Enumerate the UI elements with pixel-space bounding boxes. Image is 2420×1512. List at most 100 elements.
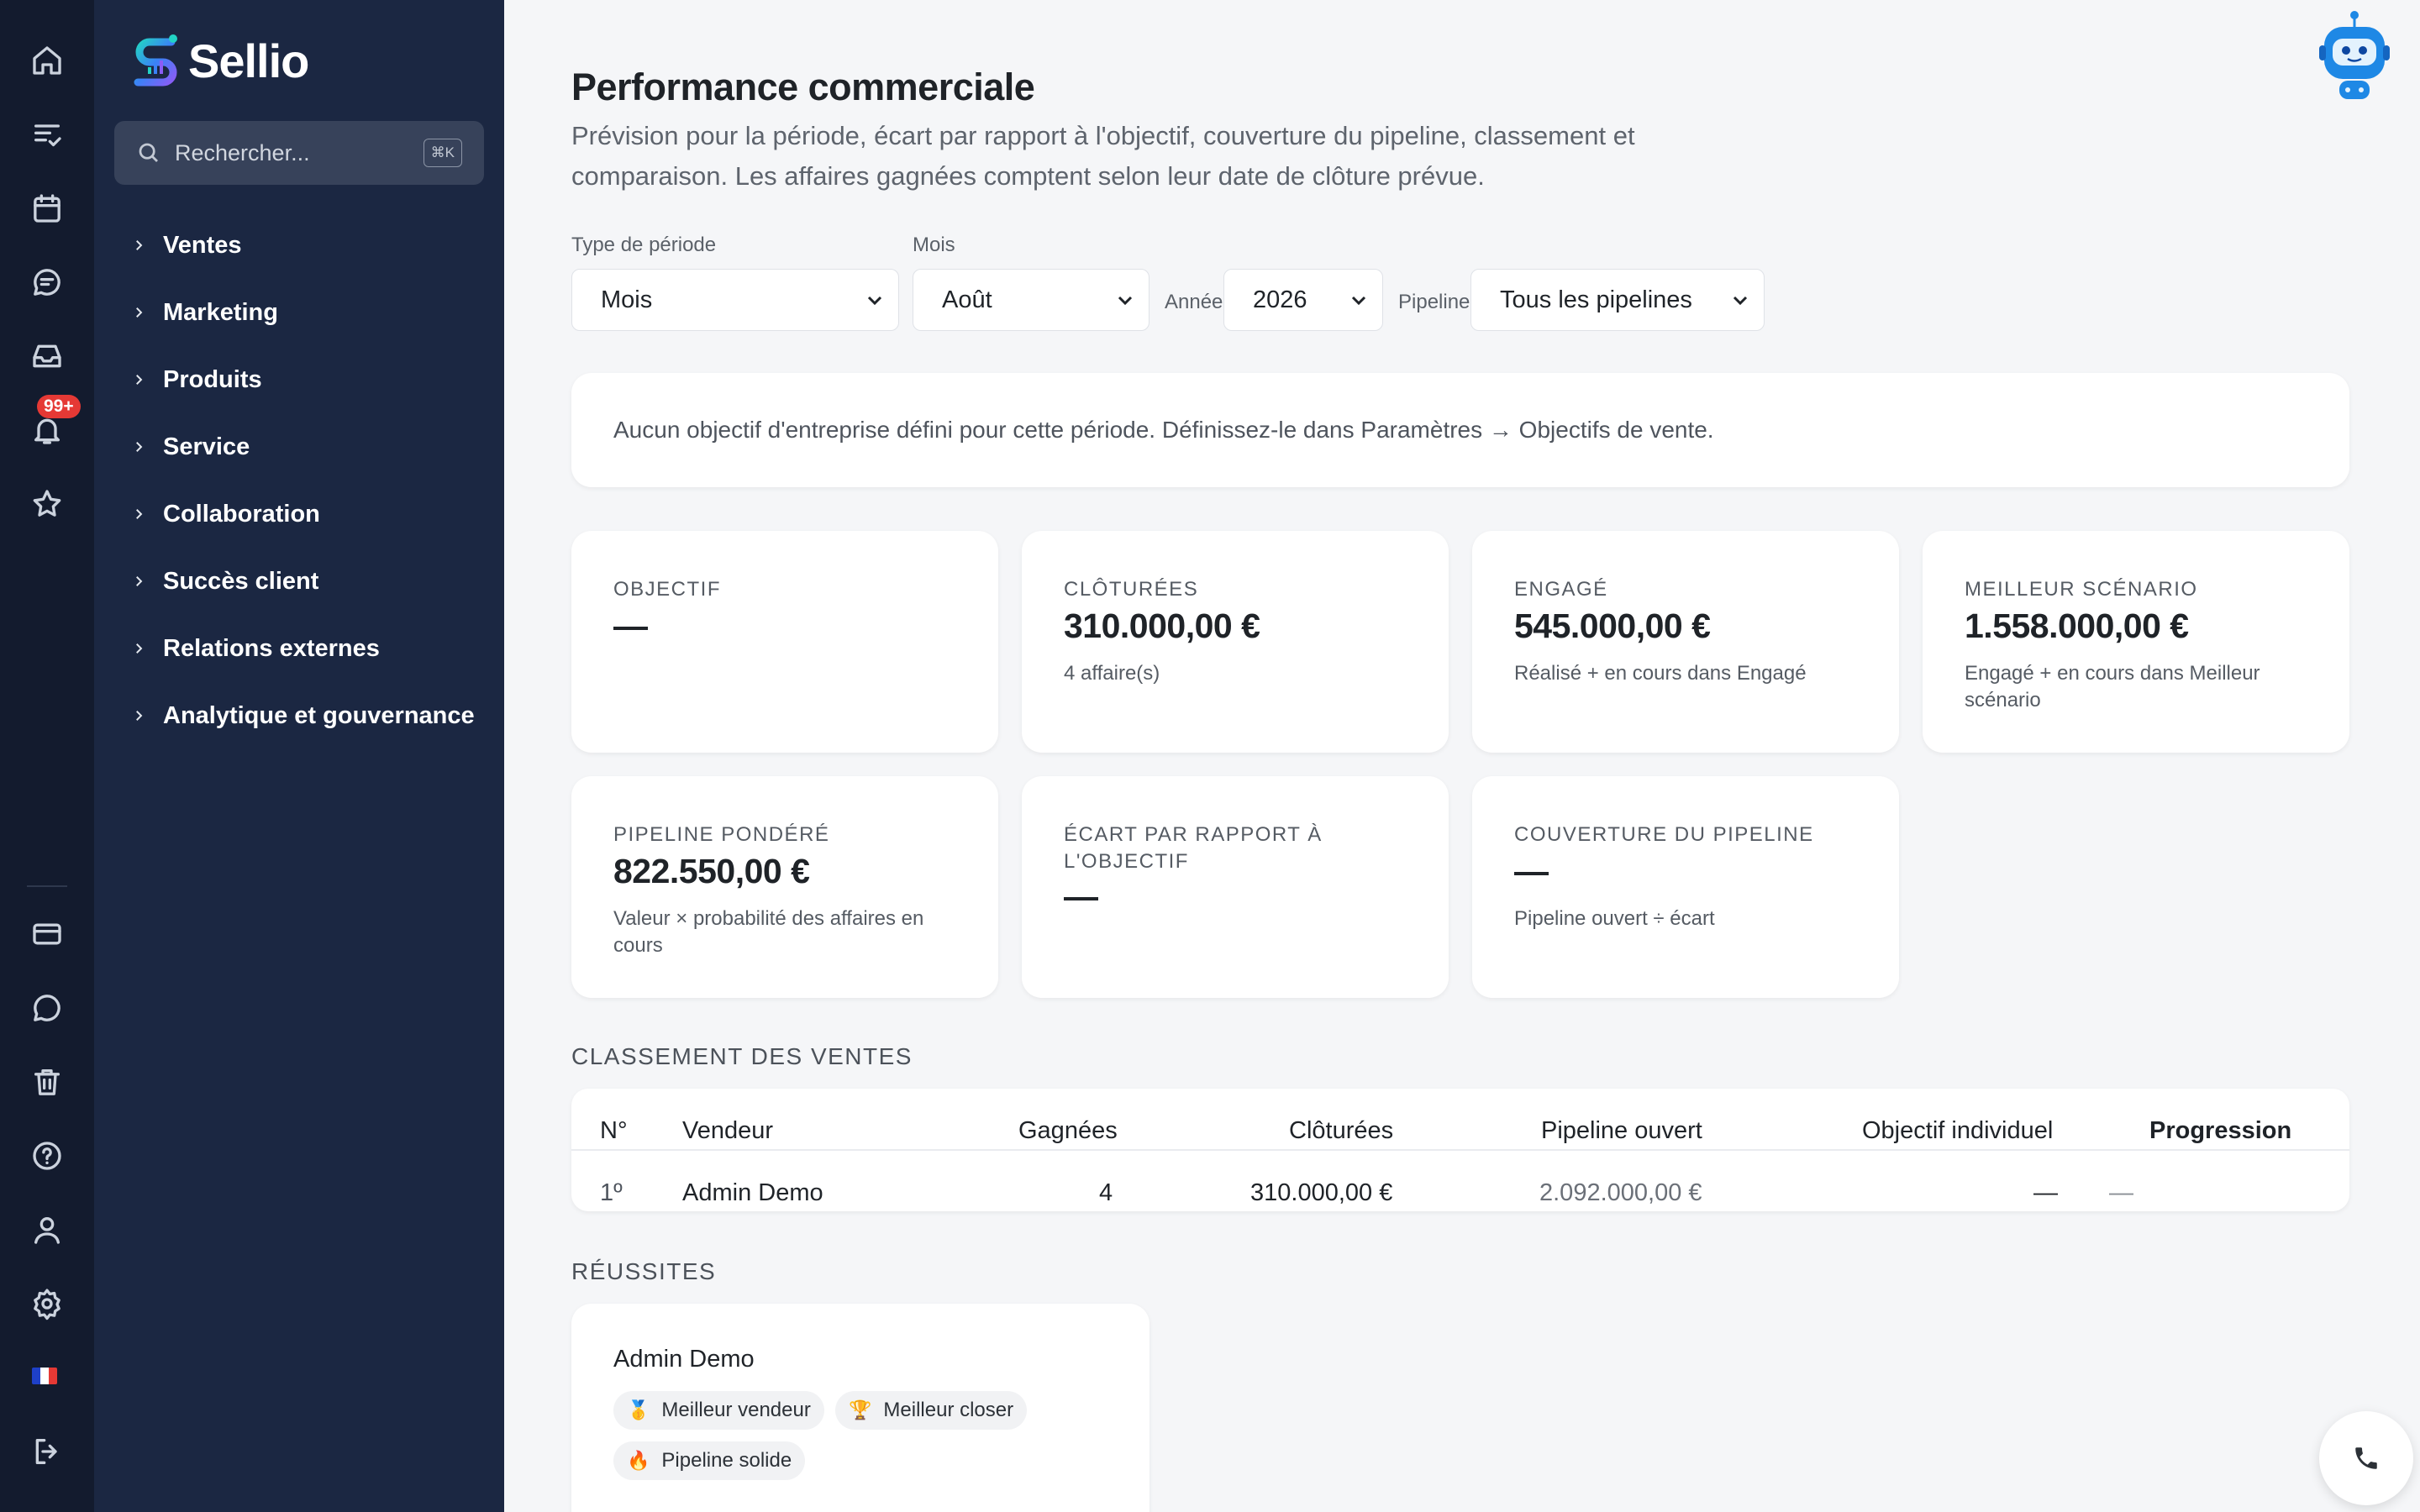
icon-rail: 99+ (0, 0, 94, 1512)
period-type-label: Type de période (571, 234, 717, 256)
brand-logo[interactable]: Sellio (129, 32, 309, 89)
kpi-value: — (1514, 852, 1549, 890)
sidebar-item-ventes[interactable]: Ventes (131, 212, 475, 279)
trophy-icon: 🏆 (849, 1399, 872, 1420)
chevron-down-icon (1118, 296, 1133, 306)
col-rank: N° (600, 1117, 628, 1144)
kpi-meilleur-scenario: MEILLEUR SCÉNARIO 1.558.000,00 € Engagé … (1923, 531, 2349, 753)
logout-icon[interactable] (27, 1431, 67, 1472)
sidebar-item-label: Produits (163, 365, 262, 393)
kpi-label: CLÔTURÉES (1064, 578, 1199, 601)
kpi-label: OBJECTIF (613, 578, 722, 601)
chevron-right-icon (136, 509, 143, 519)
col-won: Gagnées (1018, 1117, 1118, 1144)
period-type-value: Mois (601, 286, 653, 313)
help-icon[interactable] (27, 1136, 67, 1176)
month-value: Août (942, 286, 992, 313)
sidebar-item-analytique[interactable]: Analytique et gouvernance (131, 682, 475, 749)
settings-gear-icon[interactable] (27, 1284, 67, 1324)
sidebar-item-label: Service (163, 433, 250, 460)
cell-closed: 310.000,00 € (1250, 1179, 1393, 1206)
sidebar-item-collaboration[interactable]: Collaboration (131, 480, 475, 548)
pipeline-value: Tous les pipelines (1500, 286, 1692, 313)
tasks-icon[interactable] (27, 114, 67, 155)
year-select[interactable]: 2026 (1223, 269, 1383, 331)
kpi-cloturees: CLÔTURÉES 310.000,00 € 4 affaire(s) (1022, 531, 1449, 753)
notification-badge: 99+ (37, 395, 81, 418)
col-closed: Clôturées (1289, 1117, 1394, 1144)
cell-open-pipeline: 2.092.000,00 € (1539, 1179, 1702, 1206)
kpi-objectif: OBJECTIF — (571, 531, 998, 753)
cell-progress: — (2109, 1179, 2133, 1206)
assistant-robot-icon[interactable] (2319, 10, 2390, 102)
billing-card-icon[interactable] (27, 914, 67, 954)
kpi-label: ÉCART PAR RAPPORT À L'OBJECTIF (1064, 823, 1323, 873)
period-type-select[interactable]: Mois (571, 269, 899, 331)
sidebar-item-marketing[interactable]: Marketing (131, 279, 475, 346)
message-icon[interactable] (27, 988, 67, 1028)
gold-medal-icon: 🥇 (627, 1399, 650, 1420)
chevron-right-icon (136, 307, 143, 318)
sellio-logo-icon (134, 34, 177, 87)
kpi-engage: ENGAGÉ 545.000,00 € Réalisé + en cours d… (1472, 531, 1899, 753)
cell-seller: Admin Demo (682, 1179, 823, 1206)
kpi-note: Pipeline ouvert ÷ écart (1514, 907, 1715, 930)
inbox-icon[interactable] (27, 336, 67, 376)
cell-target: — (2033, 1179, 2058, 1206)
month-label: Mois (913, 234, 955, 256)
sidebar-search[interactable]: ⌘K (114, 121, 484, 185)
home-icon[interactable] (27, 40, 67, 81)
kpi-note: Engagé + en cours dans Meilleur scénario (1965, 662, 2260, 711)
kpi-label: COUVERTURE DU PIPELINE (1514, 823, 1814, 846)
badge-label: Meilleur vendeur (661, 1399, 811, 1421)
phone-call-button[interactable] (2319, 1411, 2413, 1505)
pipeline-select[interactable]: Tous les pipelines (1470, 269, 1765, 331)
french-flag-icon[interactable] (32, 1368, 57, 1384)
chat-icon[interactable] (27, 262, 67, 302)
kpi-value: — (1064, 877, 1098, 916)
chevron-right-icon (136, 240, 143, 250)
cell-rank: 1º (600, 1179, 623, 1206)
sidebar-item-produits[interactable]: Produits (131, 346, 475, 413)
badge-chip: 🔥 Pipeline solide (613, 1441, 806, 1480)
kpi-value: 545.000,00 € (1514, 606, 1711, 645)
page-title: Performance commerciale (571, 66, 1035, 108)
chevron-right-icon (136, 711, 143, 721)
kpi-value: — (613, 606, 648, 645)
col-target: Objectif individuel (1862, 1117, 2054, 1144)
chevron-right-icon (136, 442, 143, 452)
calendar-icon[interactable] (27, 188, 67, 228)
kpi-label: ENGAGÉ (1514, 578, 1608, 601)
kpi-value: 310.000,00 € (1064, 606, 1260, 645)
sidebar-item-label: Marketing (163, 298, 278, 326)
trash-icon[interactable] (27, 1062, 67, 1102)
alert-text: Aucun objectif d'entreprise défini pour … (613, 417, 1714, 443)
sidebar-item-label: Relations externes (163, 634, 380, 662)
kpi-label: PIPELINE PONDÉRÉ (613, 823, 830, 846)
month-select[interactable]: Août (913, 269, 1150, 331)
star-icon[interactable] (27, 484, 67, 524)
kpi-couverture: COUVERTURE DU PIPELINE — Pipeline ouvert… (1472, 776, 1899, 998)
sidebar-item-relations-externes[interactable]: Relations externes (131, 615, 475, 682)
year-value: 2026 (1253, 286, 1307, 313)
badge-label: Pipeline solide (661, 1449, 792, 1472)
leaderboard-title: CLASSEMENT DES VENTES (571, 1043, 913, 1069)
search-input[interactable] (175, 139, 410, 166)
user-icon[interactable] (27, 1210, 67, 1250)
kpi-value: 1.558.000,00 € (1965, 606, 2189, 645)
pipeline-label: Pipeline (1398, 291, 1470, 313)
sidebar-item-label: Ventes (163, 231, 242, 259)
sidebar: Sellio ⌘K Ventes Marketing Produits Serv… (94, 0, 504, 1512)
sidebar-item-service[interactable]: Service (131, 413, 475, 480)
badge-chip: 🏆 Meilleur closer (835, 1391, 1028, 1430)
col-progress: Progression (2149, 1117, 2292, 1144)
kpi-label: MEILLEUR SCÉNARIO (1965, 578, 2198, 601)
kpi-pipeline-pondere: PIPELINE PONDÉRÉ 822.550,00 € Valeur × p… (571, 776, 998, 998)
chevron-down-icon (1733, 296, 1748, 306)
achievement-card: Admin Demo 🥇 Meilleur vendeur 🏆 Meilleur… (571, 1304, 1150, 1512)
kpi-note: Réalisé + en cours dans Engagé (1514, 662, 1807, 685)
sidebar-item-label: Succès client (163, 567, 319, 595)
sidebar-item-succes-client[interactable]: Succès client (131, 548, 475, 615)
table-divider (571, 1149, 2349, 1151)
chevron-down-icon (1351, 296, 1366, 306)
